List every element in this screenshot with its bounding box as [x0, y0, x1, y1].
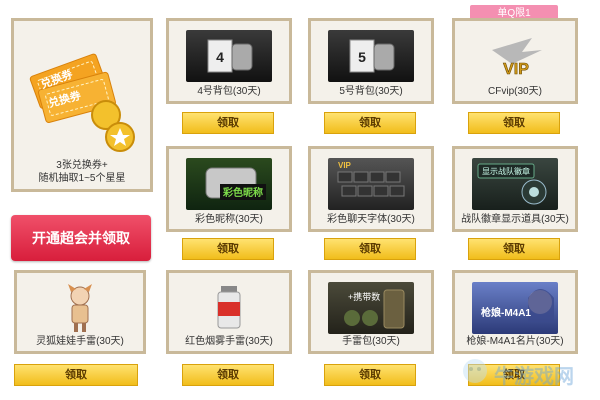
badge-icon: 显示战队徽章	[477, 163, 547, 205]
badge-text: 显示战队徽章	[482, 166, 530, 176]
backpack-number: 5	[358, 49, 366, 65]
item-name: 枪娘-M4A1名片(30天)	[466, 336, 564, 347]
backpack-4-thumbnail: 4	[186, 30, 272, 82]
item-name: 手雷包(30天)	[342, 336, 400, 347]
open-vip-and-claim-button[interactable]: 开通超会并领取	[11, 215, 151, 261]
fox-doll-icon	[68, 284, 92, 332]
grenade-pack-thumbnail: +携带数	[328, 282, 414, 334]
team-badge-thumbnail: 显示战队徽章	[472, 158, 558, 210]
item-name: 彩色聊天字体(30天)	[327, 214, 415, 225]
item-card-3: VIP CFvip(30天)	[452, 18, 578, 104]
m4a1-card-thumbnail: 枪娘-M4A1	[472, 282, 558, 334]
red-smoke-grenade-thumbnail	[209, 282, 249, 334]
claim-button-9[interactable]: 领取	[324, 364, 416, 386]
nickname-text: 彩色昵称	[222, 186, 263, 199]
gun-girl-icon: 枪娘-M4A1	[481, 289, 554, 322]
item-card-4: 彩色昵称 彩色昵称(30天)	[166, 146, 292, 232]
item-name: CFvip(30天)	[488, 86, 542, 97]
vip-text: VIP	[338, 161, 352, 170]
fox-doll-grenade-thumbnail	[50, 282, 110, 334]
backpack-icon: 4	[207, 39, 253, 73]
backpack-icon: 5	[349, 39, 395, 73]
item-name: 4号背包(30天)	[197, 86, 261, 97]
claim-button-6[interactable]: 领取	[468, 238, 560, 260]
item-card-10: 枪娘-M4A1 枪娘-M4A1名片(30天)	[452, 270, 578, 354]
dog-tag-icon: 彩色昵称	[205, 167, 266, 200]
item-name: 战队徽章显示道具(30天)	[461, 214, 569, 225]
item-card-6: 显示战队徽章 战队徽章显示道具(30天)	[452, 146, 578, 232]
grenade-pack-icon: +携带数	[344, 289, 405, 329]
coupon-panel: 兑换券 兑换券 3张兑换券+ 随机抽取1~5个星星	[11, 18, 153, 192]
backpack-5-thumbnail: 5	[328, 30, 414, 82]
item-card-7: 灵狐娃娃手雷(30天)	[14, 270, 146, 354]
coupon-tickets-icon	[29, 53, 135, 152]
item-name: 5号背包(30天)	[339, 86, 403, 97]
item-name: 红色烟雾手雷(30天)	[185, 336, 273, 347]
capacity-text: +携带数	[348, 291, 380, 302]
cfvip-thumbnail: VIP	[472, 30, 558, 82]
site-watermark: 牛游戏网	[460, 352, 600, 392]
item-card-8: 红色烟雾手雷(30天)	[166, 270, 292, 354]
coupon-description-line2: 随机抽取1~5个星星	[38, 173, 126, 184]
coupon-description: 3张兑换券+ 随机抽取1~5个星星	[14, 159, 150, 185]
item-name: 灵狐娃娃手雷(30天)	[36, 336, 124, 347]
colored-chat-font-thumbnail: VIP	[328, 158, 414, 210]
m4a1-title: 枪娘-M4A1	[481, 306, 531, 319]
keyboard-icon: VIP	[337, 161, 405, 197]
item-name: 彩色昵称(30天)	[195, 214, 263, 225]
colored-nickname-thumbnail: 彩色昵称	[186, 158, 272, 210]
item-card-9: +携带数 手雷包(30天)	[308, 270, 434, 354]
coupon-description-line1: 3张兑换券+	[56, 160, 108, 171]
claim-button-2[interactable]: 领取	[324, 112, 416, 134]
claim-button-8[interactable]: 领取	[182, 364, 274, 386]
cfvip-logo-icon: VIP	[492, 38, 542, 78]
backpack-number: 4	[216, 49, 224, 65]
claim-button-5[interactable]: 领取	[324, 238, 416, 260]
watermark-logo-icon	[463, 359, 487, 383]
vip-text: VIP	[503, 61, 529, 78]
item-card-1: 4 4号背包(30天)	[166, 18, 292, 104]
smoke-grenade-icon	[217, 286, 241, 329]
item-card-5: VIP 彩色聊天字体(30天)	[308, 146, 434, 232]
claim-button-1[interactable]: 领取	[182, 112, 274, 134]
claim-button-4[interactable]: 领取	[182, 238, 274, 260]
claim-button-3[interactable]: 领取	[468, 112, 560, 134]
claim-button-7[interactable]: 领取	[14, 364, 138, 386]
watermark-text: 牛游戏网	[494, 366, 574, 388]
item-card-2: 5 5号背包(30天)	[308, 18, 434, 104]
